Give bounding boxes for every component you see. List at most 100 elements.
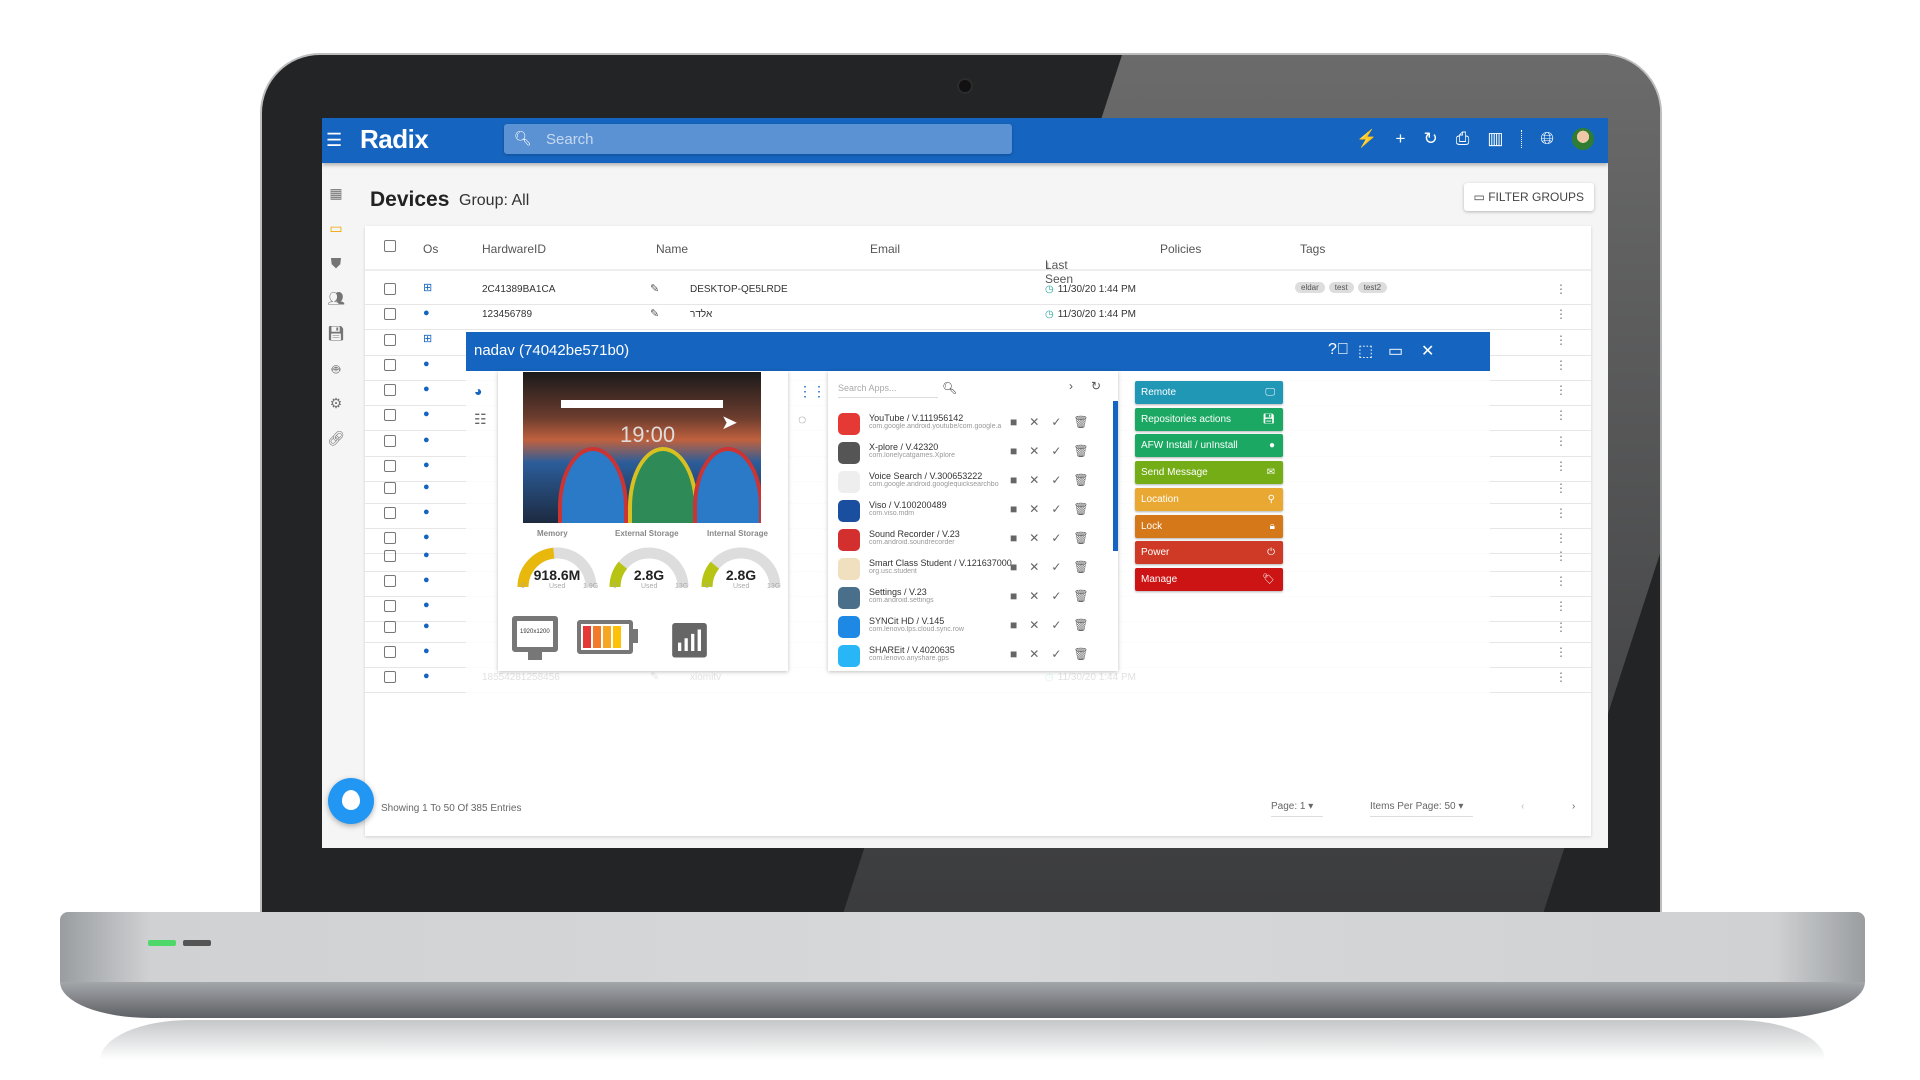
delete-icon[interactable]: 🗑︎ bbox=[1073, 473, 1088, 487]
dashboard-gauge-icon[interactable]: ◕ bbox=[474, 383, 482, 399]
stop-icon[interactable]: ■ bbox=[1010, 531, 1017, 545]
row-checkbox[interactable] bbox=[384, 283, 396, 295]
col-tags[interactable]: Tags bbox=[1300, 242, 1325, 256]
col-policies[interactable]: Policies bbox=[1160, 242, 1201, 256]
print-icon[interactable]: ⎙ bbox=[1456, 129, 1470, 149]
col-email[interactable]: Email bbox=[870, 242, 900, 256]
app-row[interactable]: Voice Search / V.300653222 com.google.and… bbox=[838, 469, 1118, 498]
device-screenshot[interactable]: 19:00 ➤ bbox=[523, 372, 761, 523]
delete-icon[interactable]: 🗑︎ bbox=[1073, 560, 1088, 574]
more-options-icon[interactable]: ⋮ bbox=[1555, 282, 1567, 296]
globe-icon[interactable]: 🌐︎ bbox=[1540, 129, 1554, 149]
delete-icon[interactable]: 🗑︎ bbox=[1073, 531, 1088, 545]
enable-icon[interactable]: ✓ bbox=[1051, 531, 1061, 545]
edit-name-icon[interactable]: ✎ bbox=[650, 307, 659, 320]
delete-icon[interactable]: 🗑︎ bbox=[1073, 589, 1088, 603]
stop-icon[interactable]: ■ bbox=[1010, 502, 1017, 516]
minimize-window-icon[interactable]: ⬚ bbox=[1358, 341, 1373, 361]
action-location-button[interactable]: Location ⚲ bbox=[1135, 487, 1283, 511]
page-select[interactable]: Page: 1 ▾ bbox=[1271, 801, 1324, 817]
row-checkbox[interactable] bbox=[384, 435, 396, 447]
row-checkbox[interactable] bbox=[384, 308, 396, 320]
app-row[interactable]: Smart Class Student / V.121637000 org.usc… bbox=[838, 556, 1118, 585]
action-remote-button[interactable]: Remote 🖵 bbox=[1135, 381, 1283, 404]
enable-icon[interactable]: ✓ bbox=[1051, 647, 1061, 661]
enable-icon[interactable]: ✓ bbox=[1051, 589, 1061, 603]
stop-icon[interactable]: ■ bbox=[1010, 473, 1017, 487]
items-per-page-select[interactable]: Items Per Page: 50 ▾ bbox=[1370, 801, 1474, 817]
clear-icon[interactable]: ✕ bbox=[1029, 618, 1039, 632]
refresh-apps-icon[interactable]: ↻ bbox=[1091, 379, 1101, 393]
row-checkbox[interactable] bbox=[384, 409, 396, 421]
chat-bubble-button[interactable] bbox=[328, 778, 374, 824]
delete-icon[interactable]: 🗑︎ bbox=[1073, 647, 1088, 661]
row-checkbox[interactable] bbox=[384, 334, 396, 346]
enable-icon[interactable]: ✓ bbox=[1051, 502, 1061, 516]
more-options-icon[interactable]: ⋮ bbox=[1555, 358, 1567, 372]
col-os[interactable]: Os bbox=[423, 242, 438, 256]
more-options-icon[interactable]: ⋮ bbox=[1555, 383, 1567, 397]
avatar[interactable] bbox=[1572, 128, 1594, 150]
prev-page-icon[interactable]: ‹ bbox=[1521, 801, 1524, 812]
plug-icon[interactable]: ⚡ bbox=[1356, 129, 1377, 149]
plus-icon[interactable]: + bbox=[1396, 129, 1406, 149]
row-checkbox[interactable] bbox=[384, 671, 396, 683]
more-options-icon[interactable]: ⋮ bbox=[1555, 307, 1567, 321]
app-row[interactable]: X-plore / V.42320 com.lonelycatgames.Xplo… bbox=[838, 440, 1118, 469]
stop-icon[interactable]: ■ bbox=[1010, 560, 1017, 574]
storage-save-icon[interactable]: 💾︎ bbox=[327, 325, 345, 343]
policies-shield-icon[interactable]: ⛊ bbox=[327, 255, 345, 273]
stop-icon[interactable]: ■ bbox=[1010, 444, 1017, 458]
clear-icon[interactable]: ✕ bbox=[1029, 473, 1039, 487]
row-checkbox[interactable] bbox=[384, 621, 396, 633]
clear-icon[interactable]: ✕ bbox=[1029, 647, 1039, 661]
row-checkbox[interactable] bbox=[384, 646, 396, 658]
app-row[interactable]: YouTube / V.111956142 com.google.android.… bbox=[838, 411, 1118, 440]
delete-icon[interactable]: 🗑︎ bbox=[1073, 415, 1088, 429]
maximize-window-icon[interactable]: ▭ bbox=[1388, 341, 1403, 361]
enable-icon[interactable]: ✓ bbox=[1051, 415, 1061, 429]
action-power-button[interactable]: Power ⏻ bbox=[1135, 541, 1283, 565]
more-options-icon[interactable]: ⋮ bbox=[1555, 574, 1567, 588]
action-manage-button[interactable]: Manage 🏷︎ bbox=[1135, 567, 1283, 591]
more-options-icon[interactable]: ⋮ bbox=[1555, 481, 1567, 495]
enable-icon[interactable]: ✓ bbox=[1051, 444, 1061, 458]
app-row[interactable]: SHAREit / V.4020635 com.lenovo.anyshare.g… bbox=[838, 643, 1118, 672]
clear-icon[interactable]: ✕ bbox=[1029, 531, 1039, 545]
android-icon[interactable]: 🤖︎ bbox=[327, 360, 345, 378]
row-checkbox[interactable] bbox=[384, 507, 396, 519]
stop-icon[interactable]: ■ bbox=[1010, 647, 1017, 661]
row-checkbox[interactable] bbox=[384, 384, 396, 396]
filter-groups-button[interactable]: ▭ FILTER GROUPS bbox=[1463, 183, 1594, 211]
select-all-checkbox[interactable] bbox=[384, 240, 396, 252]
help-icon[interactable]: ?⃝ bbox=[1328, 341, 1349, 359]
columns-icon[interactable]: ▥ bbox=[1487, 129, 1503, 149]
more-options-icon[interactable]: ⋮ bbox=[1555, 434, 1567, 448]
col-name[interactable]: Name bbox=[656, 242, 688, 256]
clear-icon[interactable]: ✕ bbox=[1029, 560, 1039, 574]
search-apps-input[interactable]: Search Apps... bbox=[838, 383, 938, 398]
app-row[interactable]: Viso / V.100200489 com.viso.mdm ■ ✕ ✓ 🗑︎ bbox=[838, 498, 1118, 527]
search-input[interactable]: 🔍︎ Search bbox=[504, 124, 1012, 154]
menu-icon[interactable]: ☰ bbox=[326, 131, 344, 149]
more-options-icon[interactable]: ⋮ bbox=[1555, 599, 1567, 613]
search-apps-icon[interactable]: 🔍︎ bbox=[942, 381, 957, 395]
more-options-icon[interactable]: ⋮ bbox=[1555, 620, 1567, 634]
app-row[interactable]: Sound Recorder / V.23 com.android.soundre… bbox=[838, 527, 1118, 556]
enable-icon[interactable]: ✓ bbox=[1051, 618, 1061, 632]
stop-icon[interactable]: ■ bbox=[1010, 415, 1017, 429]
clear-icon[interactable]: ✕ bbox=[1029, 589, 1039, 603]
link-icon[interactable]: 🔗︎ bbox=[327, 430, 345, 448]
row-checkbox[interactable] bbox=[384, 460, 396, 472]
stop-icon[interactable]: ■ bbox=[1010, 589, 1017, 603]
action-lock-button[interactable]: Lock 🔒︎ bbox=[1135, 514, 1283, 538]
settings-apps-icon[interactable]: ⚙ bbox=[327, 395, 345, 413]
next-icon[interactable]: › bbox=[1069, 379, 1073, 393]
row-checkbox[interactable] bbox=[384, 482, 396, 494]
more-options-icon[interactable]: ⋮ bbox=[1555, 506, 1567, 520]
action-afw-install-uninstall-button[interactable]: AFW Install / unInstall ● bbox=[1135, 434, 1283, 458]
more-options-icon[interactable]: ⋮ bbox=[1555, 408, 1567, 422]
details-list-icon[interactable]: ☷ bbox=[474, 411, 487, 428]
devices-icon[interactable]: ▭ bbox=[327, 220, 345, 238]
stop-icon[interactable]: ■ bbox=[1010, 618, 1017, 632]
